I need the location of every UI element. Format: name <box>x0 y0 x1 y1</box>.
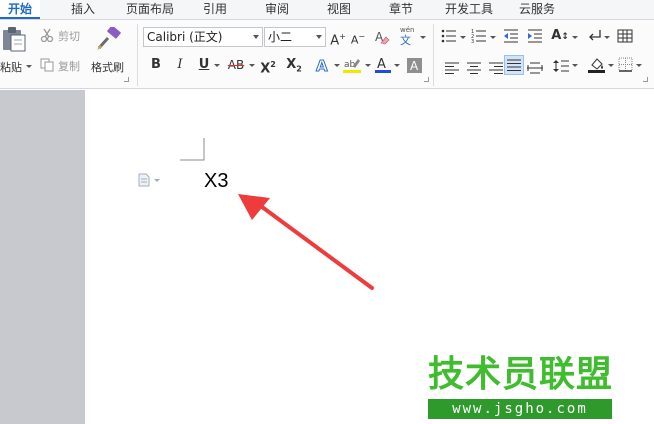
tab-chapter[interactable]: 章节 <box>380 0 422 19</box>
svg-text:A: A <box>316 57 328 74</box>
shading-icon[interactable] <box>588 56 606 78</box>
document-text[interactable]: X3 <box>204 170 228 193</box>
watermark-logo-text: 技术员联盟 <box>428 354 614 395</box>
scissors-icon[interactable] <box>40 27 54 46</box>
phonetic-guide-icon[interactable]: wén 文 <box>398 26 416 50</box>
paste-options-icon[interactable] <box>137 172 163 191</box>
clipboard-dialog-launcher[interactable] <box>124 77 129 82</box>
grow-font-icon[interactable]: A+ <box>330 27 346 48</box>
svg-text:3: 3 <box>471 39 474 43</box>
decrease-indent-icon[interactable] <box>503 28 519 47</box>
chevron-down-icon <box>316 35 322 39</box>
watermark-url: www.jsgho.com <box>428 399 612 419</box>
text-effects-dropdown-icon[interactable] <box>334 64 340 67</box>
paste-icon[interactable] <box>2 26 26 56</box>
shading-dropdown-icon[interactable] <box>608 64 614 67</box>
tab-home[interactable]: 开始 <box>0 0 40 19</box>
subscript-icon[interactable]: X2 <box>284 55 304 75</box>
tab-insert[interactable]: 插入 <box>62 0 104 19</box>
align-left-icon[interactable] <box>445 59 459 78</box>
table-icon[interactable] <box>617 28 633 47</box>
format-painter-button[interactable]: 格式刷 <box>91 59 124 75</box>
borders-icon[interactable] <box>618 57 633 76</box>
separator <box>433 24 434 86</box>
align-center-icon[interactable] <box>467 59 481 78</box>
workspace-background <box>0 90 85 424</box>
tab-view[interactable]: 视图 <box>318 0 360 19</box>
annotation-arrow <box>238 194 374 290</box>
strikethrough-icon[interactable]: AB <box>225 55 247 75</box>
highlight-icon[interactable]: ab <box>343 56 363 78</box>
underline-dropdown-icon[interactable] <box>214 64 220 67</box>
change-case-icon[interactable]: A↕ <box>550 26 570 46</box>
copy-icon[interactable] <box>40 57 54 76</box>
format-painter-icon[interactable] <box>96 25 122 55</box>
change-case-dropdown-icon[interactable] <box>572 36 578 39</box>
font-size-value: 小二 <box>268 30 293 44</box>
bold-icon[interactable]: B <box>148 55 164 75</box>
bullet-list-icon[interactable] <box>441 28 457 47</box>
increase-indent-icon[interactable] <box>527 28 543 47</box>
borders-dropdown-icon[interactable] <box>636 64 642 67</box>
line-spacing-dropdown-icon[interactable] <box>572 64 578 67</box>
cut-button[interactable]: 剪切 <box>58 28 80 44</box>
tab-cloud[interactable]: 云服务 <box>512 0 562 19</box>
margin-corner-mark <box>180 138 205 161</box>
svg-text:A: A <box>377 57 386 72</box>
font-color-dropdown-icon[interactable] <box>394 64 400 67</box>
copy-button[interactable]: 复制 <box>58 58 80 74</box>
numbered-list-dropdown-icon[interactable] <box>490 36 496 39</box>
ribbon-tab-bar: 开始 插入 页面布局 引用 审阅 视图 章节 开发工具 云服务 <box>0 0 654 19</box>
align-right-icon[interactable] <box>489 59 503 78</box>
tab-page-layout[interactable]: 页面布局 <box>120 0 180 19</box>
tab-references[interactable]: 引用 <box>194 0 236 19</box>
shrink-font-icon[interactable]: A− <box>350 27 366 47</box>
tab-developer[interactable]: 开发工具 <box>440 0 498 19</box>
svg-text:文: 文 <box>400 33 411 46</box>
ribbon: 粘贴 剪切 复制 格式刷 Calibri (正文) 小二 A+ A− A wén… <box>0 19 654 89</box>
font-name-value: Calibri (正文) <box>147 30 223 44</box>
paste-button[interactable]: 粘贴 <box>0 59 22 75</box>
svg-text:A: A <box>410 59 419 73</box>
superscript-icon[interactable]: X2 <box>258 55 278 76</box>
clear-format-icon[interactable]: A <box>374 29 390 49</box>
paste-dropdown-icon[interactable] <box>26 65 32 68</box>
underline-icon[interactable]: U <box>196 55 212 75</box>
justify-icon <box>507 59 521 71</box>
character-shading-icon[interactable]: A <box>406 56 424 78</box>
highlight-dropdown-icon[interactable] <box>365 64 371 67</box>
separator <box>137 24 138 86</box>
text-effects-icon[interactable]: A <box>314 56 332 78</box>
font-name-combo[interactable]: Calibri (正文) <box>143 27 263 47</box>
phonetic-dropdown-icon[interactable] <box>420 36 426 39</box>
paragraph-mark-icon[interactable] <box>588 28 602 47</box>
bullet-list-dropdown-icon[interactable] <box>460 36 466 39</box>
strikethrough-dropdown-icon[interactable] <box>249 64 255 67</box>
numbered-list-icon[interactable]: 1 2 3 <box>471 28 487 47</box>
justify-button[interactable] <box>504 55 524 75</box>
line-spacing-icon[interactable] <box>553 58 569 77</box>
italic-icon[interactable]: I <box>172 55 188 75</box>
distributed-icon[interactable] <box>527 59 543 78</box>
font-dialog-launcher[interactable] <box>424 77 429 82</box>
paragraph-mark-dropdown-icon[interactable] <box>604 36 610 39</box>
chevron-down-icon <box>253 35 259 39</box>
font-size-combo[interactable]: 小二 <box>264 27 326 47</box>
tab-review[interactable]: 审阅 <box>256 0 298 19</box>
pinyin-label: wén <box>400 26 415 34</box>
paragraph-dialog-launcher[interactable] <box>643 77 648 82</box>
font-color-icon[interactable]: A <box>374 56 392 78</box>
